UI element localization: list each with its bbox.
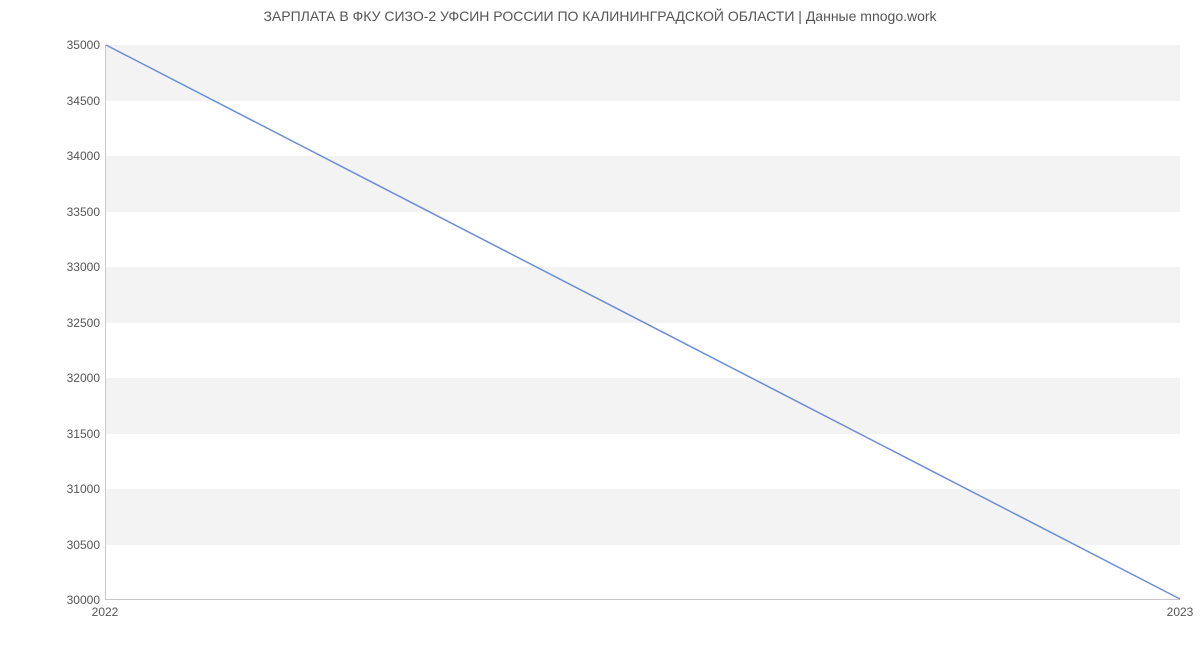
chart-container: ЗАРПЛАТА В ФКУ СИЗО-2 УФСИН РОССИИ ПО КА… (0, 0, 1200, 650)
y-tick-label: 32500 (10, 316, 100, 330)
y-tick-label: 34000 (10, 149, 100, 163)
y-tick-label: 35000 (10, 38, 100, 52)
y-tick-label: 30000 (10, 593, 100, 607)
line-layer (106, 45, 1180, 599)
y-tick-label: 32000 (10, 371, 100, 385)
x-tick-label: 2022 (92, 605, 119, 619)
plot-area (105, 45, 1180, 600)
y-tick-label: 31500 (10, 427, 100, 441)
chart-title: ЗАРПЛАТА В ФКУ СИЗО-2 УФСИН РОССИИ ПО КА… (0, 8, 1200, 24)
y-tick-label: 33500 (10, 205, 100, 219)
y-tick-label: 33000 (10, 260, 100, 274)
y-tick-label: 34500 (10, 94, 100, 108)
y-tick-label: 31000 (10, 482, 100, 496)
x-tick-label: 2023 (1167, 605, 1194, 619)
series-line (106, 45, 1180, 599)
y-tick-label: 30500 (10, 538, 100, 552)
